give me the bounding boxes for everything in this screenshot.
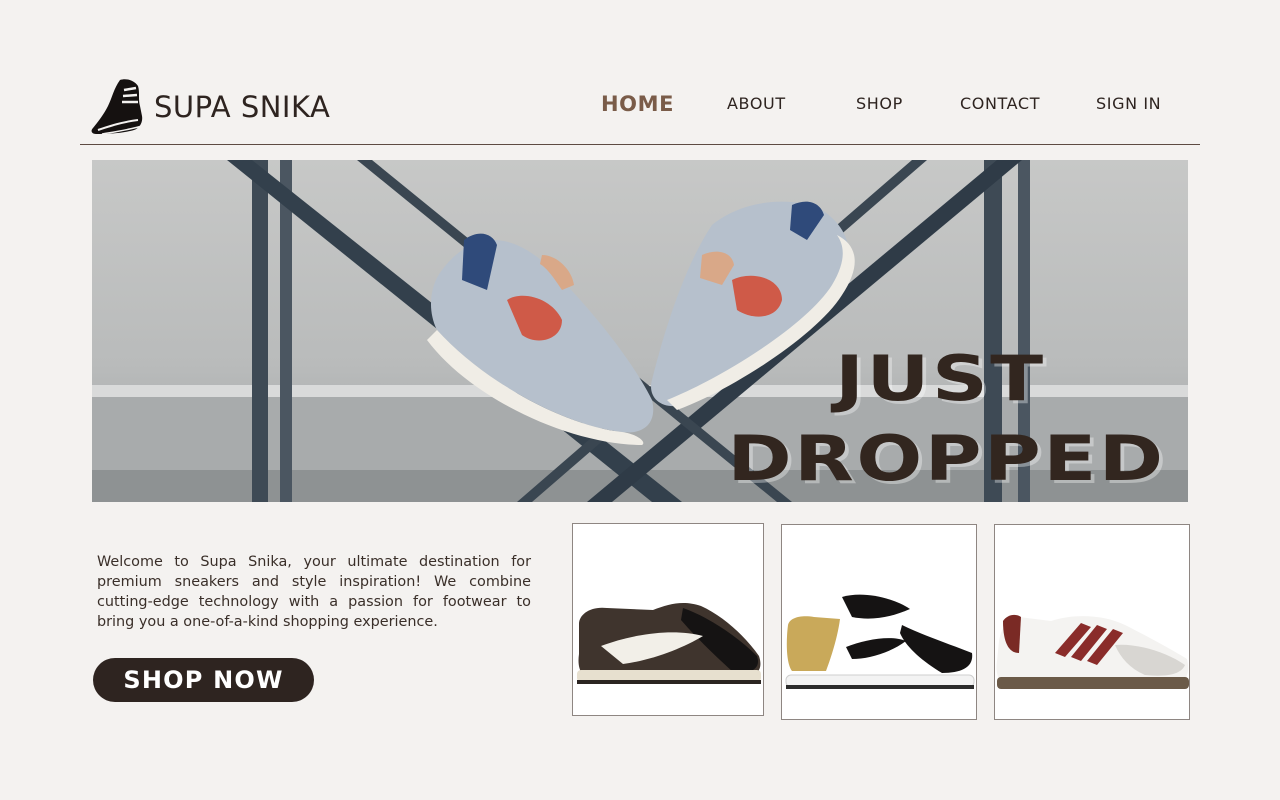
header-divider bbox=[80, 144, 1200, 145]
product-card[interactable] bbox=[781, 524, 977, 720]
hero-headline-line1: JUST bbox=[835, 342, 1046, 415]
product-card[interactable] bbox=[572, 523, 764, 716]
hero-banner[interactable]: JUST DROPPED bbox=[92, 160, 1188, 502]
hero-headline: JUST DROPPED bbox=[728, 348, 1166, 490]
product-card[interactable] bbox=[994, 524, 1190, 720]
hero-headline-line2: DROPPED bbox=[727, 422, 1166, 495]
sneaker-brown-black-icon bbox=[577, 603, 761, 684]
nav-sign-in[interactable]: SIGN IN bbox=[1096, 94, 1161, 113]
shop-now-button[interactable]: SHOP NOW bbox=[93, 658, 314, 702]
intro-text: Welcome to Supa Snika, your ultimate des… bbox=[97, 554, 531, 631]
sneaker-gold-black-icon bbox=[785, 594, 975, 689]
main-nav: HOME ABOUT SHOP CONTACT SIGN IN bbox=[0, 92, 1280, 118]
sneaker-white-red-stripes-icon bbox=[996, 614, 1189, 689]
nav-shop[interactable]: SHOP bbox=[856, 94, 903, 113]
nav-home[interactable]: HOME bbox=[601, 92, 674, 116]
nav-contact[interactable]: CONTACT bbox=[960, 94, 1040, 113]
nav-about[interactable]: ABOUT bbox=[727, 94, 786, 113]
